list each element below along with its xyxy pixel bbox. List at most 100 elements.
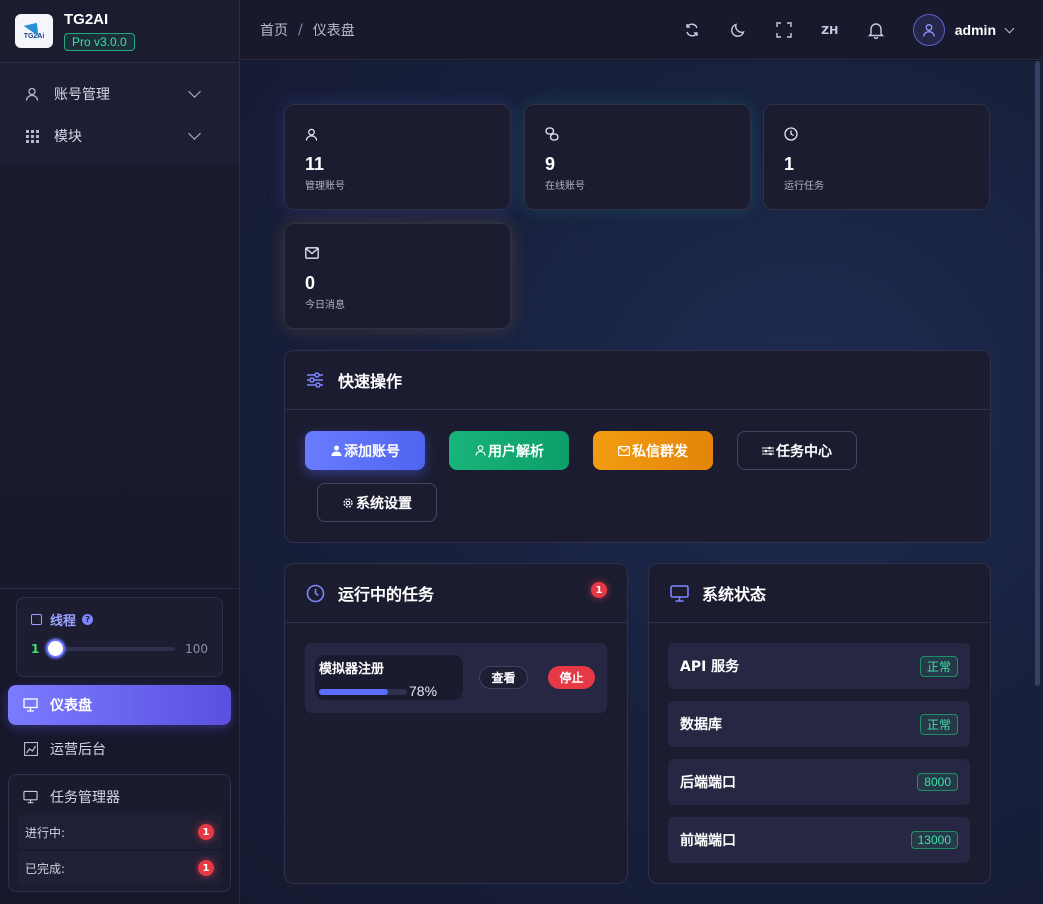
chart-icon xyxy=(23,742,38,756)
mail-icon xyxy=(618,445,630,457)
sidebar-item-accounts[interactable]: 账号管理 xyxy=(0,73,239,115)
status-badge: 正常 xyxy=(919,713,958,735)
status-label: 数据库 xyxy=(680,717,722,733)
language-button[interactable]: ZH xyxy=(807,0,853,60)
task-progress-fill xyxy=(319,689,388,695)
cpu-icon xyxy=(31,614,42,625)
task-center-button[interactable]: 任务中心 xyxy=(737,431,857,470)
scrollbar[interactable] xyxy=(1035,61,1040,686)
view-task-button[interactable]: 查看 xyxy=(479,666,528,689)
stat-value: 0 xyxy=(305,273,316,293)
status-badge: 8000 xyxy=(917,773,958,791)
running-tasks-panel: 运行中的任务 1 模拟器注册 78% 查看 停止 xyxy=(284,563,628,884)
thread-slider[interactable] xyxy=(46,639,176,658)
breadcrumb: 首页 / 仪表盘 xyxy=(260,20,355,40)
add-account-button[interactable]: 添加账号 xyxy=(305,431,425,470)
panel-title: 运行中的任务 xyxy=(338,585,435,604)
app-title: TG2AI xyxy=(64,11,109,28)
task-manager-title: 任务管理器 xyxy=(50,790,120,806)
clock-icon xyxy=(784,127,798,141)
stat-label: 管理账号 xyxy=(305,181,345,192)
sidebar: TG2Ai TG2AI Pro v3.0.0 账号管理 模块 线程 ? 1 10… xyxy=(0,0,240,904)
slider-min-value: 1 xyxy=(31,642,40,656)
status-badge: 正常 xyxy=(919,655,958,677)
slider-max-value: 100 xyxy=(185,642,208,656)
status-row-frontend-port: 前端端口 13000 xyxy=(668,817,970,863)
sidebar-item-label: 模块 xyxy=(54,129,82,145)
nav-operations[interactable]: 运营后台 xyxy=(8,729,231,769)
nav-label: 运营后台 xyxy=(50,742,106,758)
button-label: 私信群发 xyxy=(632,443,688,460)
status-label: API 服务 xyxy=(680,659,740,675)
bulk-message-button[interactable]: 私信群发 xyxy=(593,431,713,470)
user-menu[interactable]: admin xyxy=(912,14,1015,46)
button-label: 用户解析 xyxy=(488,443,544,460)
panel-title: 快速操作 xyxy=(338,372,403,391)
nav-dashboard[interactable]: 仪表盘 xyxy=(8,685,231,725)
sliders-icon xyxy=(305,370,325,390)
stat-card-messages: 0 今日消息 xyxy=(284,223,511,329)
avatar xyxy=(912,14,945,46)
status-label: 后端端口 xyxy=(680,775,736,791)
panel-title: 系统状态 xyxy=(702,585,767,604)
monitor-icon xyxy=(23,790,38,804)
help-icon[interactable]: ? xyxy=(82,614,94,625)
user-icon xyxy=(474,445,486,457)
grid-icon xyxy=(25,129,39,143)
breadcrumb-home[interactable]: 首页 xyxy=(260,20,288,40)
stat-card-tasks: 1 运行任务 xyxy=(763,104,990,210)
app-logo[interactable]: TG2Ai xyxy=(15,14,53,48)
sidebar-bottom: 线程 ? 1 100 仪表盘 运营后台 任务管理器 进行中: 1 已完成: 1 xyxy=(0,588,239,892)
user-icon xyxy=(305,127,319,141)
task-count-badge: 1 xyxy=(591,582,607,598)
version-badge: Pro v3.0.0 xyxy=(64,33,135,51)
stat-value: 9 xyxy=(545,154,556,174)
thread-control: 线程 ? 1 100 xyxy=(16,597,223,677)
stop-task-button[interactable]: 停止 xyxy=(548,666,595,689)
theme-toggle-button[interactable] xyxy=(715,0,761,60)
count-badge: 1 xyxy=(198,860,214,876)
slider-handle[interactable] xyxy=(46,639,66,658)
stat-card-accounts: 11 管理账号 xyxy=(284,104,511,210)
sliders-icon xyxy=(762,445,774,457)
task-running-row[interactable]: 进行中: 1 xyxy=(17,815,222,849)
system-status-panel: 系统状态 API 服务 正常 数据库 正常 后端端口 8000 前端端口 130… xyxy=(648,563,991,884)
task-progress-text: 78% xyxy=(409,683,438,699)
brand: TG2Ai TG2AI Pro v3.0.0 xyxy=(0,0,239,63)
notifications-button[interactable] xyxy=(853,0,899,60)
fullscreen-icon xyxy=(776,22,792,38)
button-label: 任务中心 xyxy=(776,443,832,460)
user-parse-button[interactable]: 用户解析 xyxy=(449,431,569,470)
user-icon xyxy=(25,87,39,101)
presentation-icon xyxy=(23,698,38,712)
clock-icon xyxy=(305,583,325,603)
monitor-icon xyxy=(669,583,689,603)
system-settings-button[interactable]: 系统设置 xyxy=(317,483,437,522)
status-label: 前端端口 xyxy=(680,833,736,849)
stat-value: 11 xyxy=(305,154,325,174)
sidebar-item-modules[interactable]: 模块 xyxy=(0,115,239,157)
stat-value: 1 xyxy=(784,154,795,174)
stat-card-online: 9 在线账号 xyxy=(524,104,751,210)
mail-icon xyxy=(305,246,319,260)
count-badge: 1 xyxy=(198,824,214,840)
task-item: 模拟器注册 78% 查看 停止 xyxy=(305,643,607,713)
fullscreen-button[interactable] xyxy=(761,0,807,60)
task-completed-label: 已完成: xyxy=(25,861,66,876)
bell-icon xyxy=(867,22,884,39)
chevron-down-icon xyxy=(188,127,201,140)
refresh-button[interactable] xyxy=(669,0,715,60)
task-name: 模拟器注册 xyxy=(319,662,385,677)
stat-label: 今日消息 xyxy=(305,300,345,311)
task-completed-row[interactable]: 已完成: 1 xyxy=(17,851,222,885)
status-row-backend-port: 后端端口 8000 xyxy=(668,759,970,805)
gear-icon xyxy=(342,497,354,509)
status-badge: 13000 xyxy=(910,831,958,849)
button-label: 系统设置 xyxy=(356,495,412,512)
breadcrumb-separator: / xyxy=(298,21,303,38)
nav-label: 仪表盘 xyxy=(50,698,92,714)
task-progress-bar xyxy=(319,689,407,695)
sidebar-menu: 账号管理 模块 xyxy=(0,63,239,165)
sidebar-item-label: 账号管理 xyxy=(54,87,110,103)
username: admin xyxy=(954,22,996,38)
